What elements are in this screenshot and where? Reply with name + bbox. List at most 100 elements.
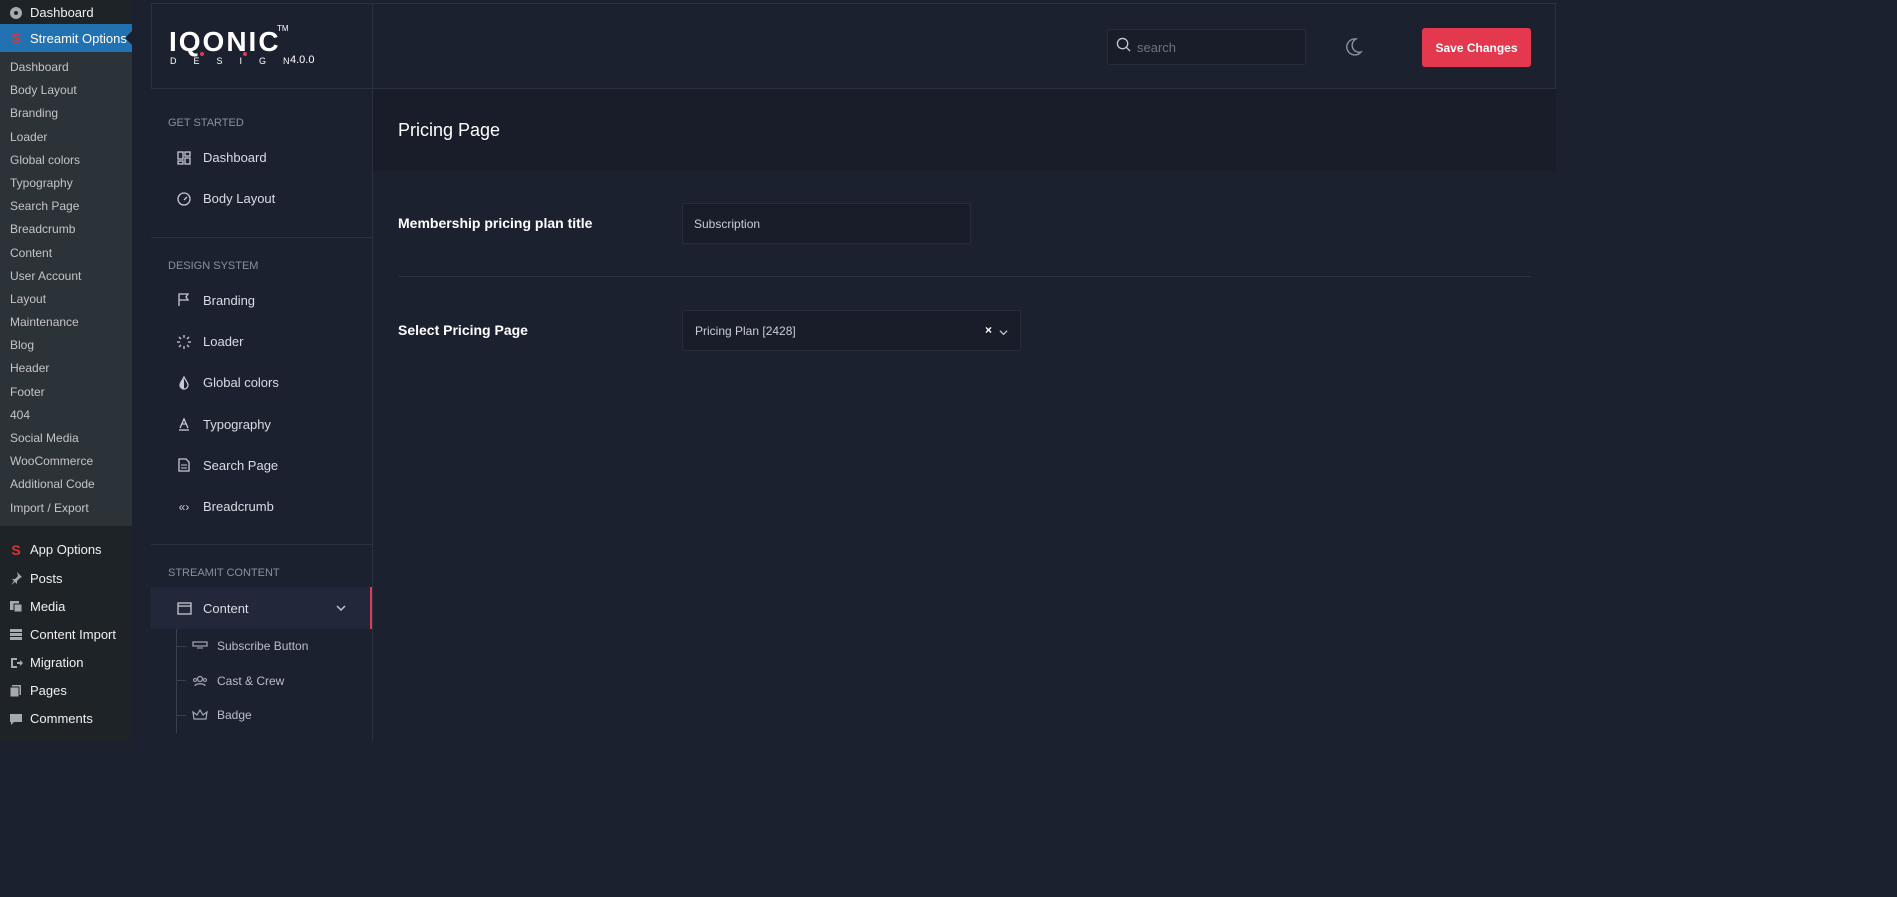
wp-menu-streamit-options-label: Streamit Options [30,30,127,46]
wp-submenu-item[interactable]: Global colors [0,149,132,172]
wp-submenu-item[interactable]: Body Layout [0,79,132,102]
nav-item-label: Breadcrumb [203,499,274,515]
wp-submenu-item[interactable]: Typography [0,172,132,195]
field-pricing-page: Select Pricing Page Pricing Plan [2428] … [398,310,1531,351]
wp-submenu-item[interactable]: Import / Export [0,497,132,520]
search-input[interactable] [1137,39,1297,55]
wp-menu-label: Content Import [30,626,116,642]
select-value: Pricing Plan [2428] [695,323,796,338]
wp-submenu-item[interactable]: Header [0,357,132,380]
nav-item-label: Dashboard [203,150,267,166]
drop-icon [176,375,192,391]
logo-trademark: TM [277,24,289,33]
theme-options-panel: IQONIC TM DESIGN 4.0.0 Save Changes GET … [151,3,1556,741]
wp-menu-label: Comments [30,711,93,727]
nav-section-title: DESIGN SYSTEM [168,259,259,272]
wp-admin-menu: Dashboard S Streamit Options Dashboard B… [0,0,132,741]
wp-menu-label: Posts [30,570,63,586]
wp-submenu-item[interactable]: Footer [0,381,132,404]
wp-menu-media[interactable]: Media [0,592,132,620]
search-box[interactable] [1107,29,1306,65]
streamit-s-icon: S [11,541,21,558]
wp-submenu-item[interactable]: Breadcrumb [0,218,132,241]
pricing-page-select[interactable]: Pricing Plan [2428] × [682,310,1021,351]
wp-menu-label: Media [30,598,66,614]
wp-menu-migration[interactable]: Migration [0,649,132,677]
nav-item-body-layout[interactable]: Body Layout [151,178,372,219]
nav-item-branding[interactable]: Branding [151,280,372,321]
nav-item-typography[interactable]: Typography [151,403,372,444]
nav-item-content[interactable]: Content [151,587,372,629]
subnav-branch [176,715,186,717]
media-icon [8,598,24,614]
wp-submenu-item[interactable]: Blog [0,334,132,357]
logo-wordmark: IQONIC [169,26,281,57]
wp-submenu-item[interactable]: WooCommerce [0,450,132,473]
window-icon [176,600,192,616]
chevron-down-icon[interactable] [336,601,346,616]
wp-submenu-item[interactable]: 404 [0,404,132,427]
wp-menu-app-options[interactable]: S App Options [0,536,132,564]
subnav-branch [176,645,186,647]
wp-menu-dashboard-label: Dashboard [30,4,94,20]
wp-submenu-item[interactable]: Maintenance [0,311,132,334]
chevron-down-icon[interactable] [999,326,1008,340]
nav-item-loader[interactable]: Loader [151,321,372,362]
logo-design-text: DESIGN [170,56,307,66]
membership-title-input[interactable] [682,203,971,244]
save-changes-button[interactable]: Save Changes [1422,28,1531,67]
subnav-item-subscribe-button[interactable]: Subscribe Button [151,629,372,664]
nav-item-global-colors[interactable]: Global colors [151,362,372,403]
wp-menu-label: Pages [30,683,67,699]
wp-submenu-item[interactable]: Additional Code [0,473,132,496]
dark-mode-toggle-moon-icon[interactable] [1342,36,1364,58]
wp-menu-streamit-options[interactable]: S Streamit Options [0,24,132,52]
people-icon [191,674,209,688]
wp-menu-dashboard[interactable]: Dashboard [0,0,132,24]
crown-icon [191,708,209,722]
wp-submenu-item[interactable]: Branding [0,102,132,125]
wp-menu-pages[interactable]: Pages [0,677,132,705]
nav-item-dashboard[interactable]: Dashboard [151,137,372,178]
subnav-item-label: Badge [217,708,252,723]
subnav-item-label: Cast & Crew [217,673,285,688]
wp-submenu-item[interactable]: Layout [0,288,132,311]
font-icon [176,416,192,432]
wp-submenu-item[interactable]: Content [0,242,132,265]
pages-icon [8,683,24,699]
nav-item-search-page[interactable]: Search Page [151,445,372,486]
iqonic-logo: IQONIC TM DESIGN 4.0.0 [152,4,373,90]
field-membership-title: Membership pricing plan title [398,203,1531,244]
gauge-icon [176,191,192,207]
wp-submenu-item[interactable]: Loader [0,126,132,149]
wp-submenu-item[interactable]: Dashboard [0,56,132,79]
nav-item-label: Body Layout [203,191,276,207]
options-content: Pricing Page Membership pricing plan tit… [373,89,1556,741]
streamit-s-icon: S [11,30,21,46]
subnav-item-label: Subscribe Button [217,639,309,654]
subnav-item-badge[interactable]: Badge [151,698,372,733]
wp-menu-posts[interactable]: Posts [0,564,132,592]
version-label: 4.0.0 [290,54,315,66]
nav-item-label: Branding [203,292,256,308]
wp-menu-label: Migration [30,655,84,671]
migration-icon [8,655,24,671]
wp-submenu-item[interactable]: User Account [0,265,132,288]
document-icon [176,457,192,473]
comment-icon [8,711,24,727]
nav-section-title: GET STARTED [168,117,244,129]
wp-menu-comments[interactable]: Comments [0,705,132,733]
page-title: Pricing Page [398,119,501,140]
clear-selection-icon[interactable]: × [985,323,992,337]
nav-item-breadcrumb[interactable]: «› Breadcrumb [151,486,372,527]
options-header: IQONIC TM DESIGN 4.0.0 Save Changes [151,3,1556,90]
wp-submenu-item[interactable]: Search Page [0,195,132,218]
subnav-item-cast-crew[interactable]: Cast & Crew [151,663,372,698]
nav-section-title: STREAMIT CONTENT [168,567,280,580]
spinner-icon [176,334,192,350]
wp-submenu-item[interactable]: Social Media [0,427,132,450]
wp-menu-content-import[interactable]: Content Import [0,620,132,648]
grid-icon [176,150,192,166]
options-nav: GET STARTED Dashboard Body Layout DESIGN… [151,89,373,741]
import-icon [8,626,24,642]
